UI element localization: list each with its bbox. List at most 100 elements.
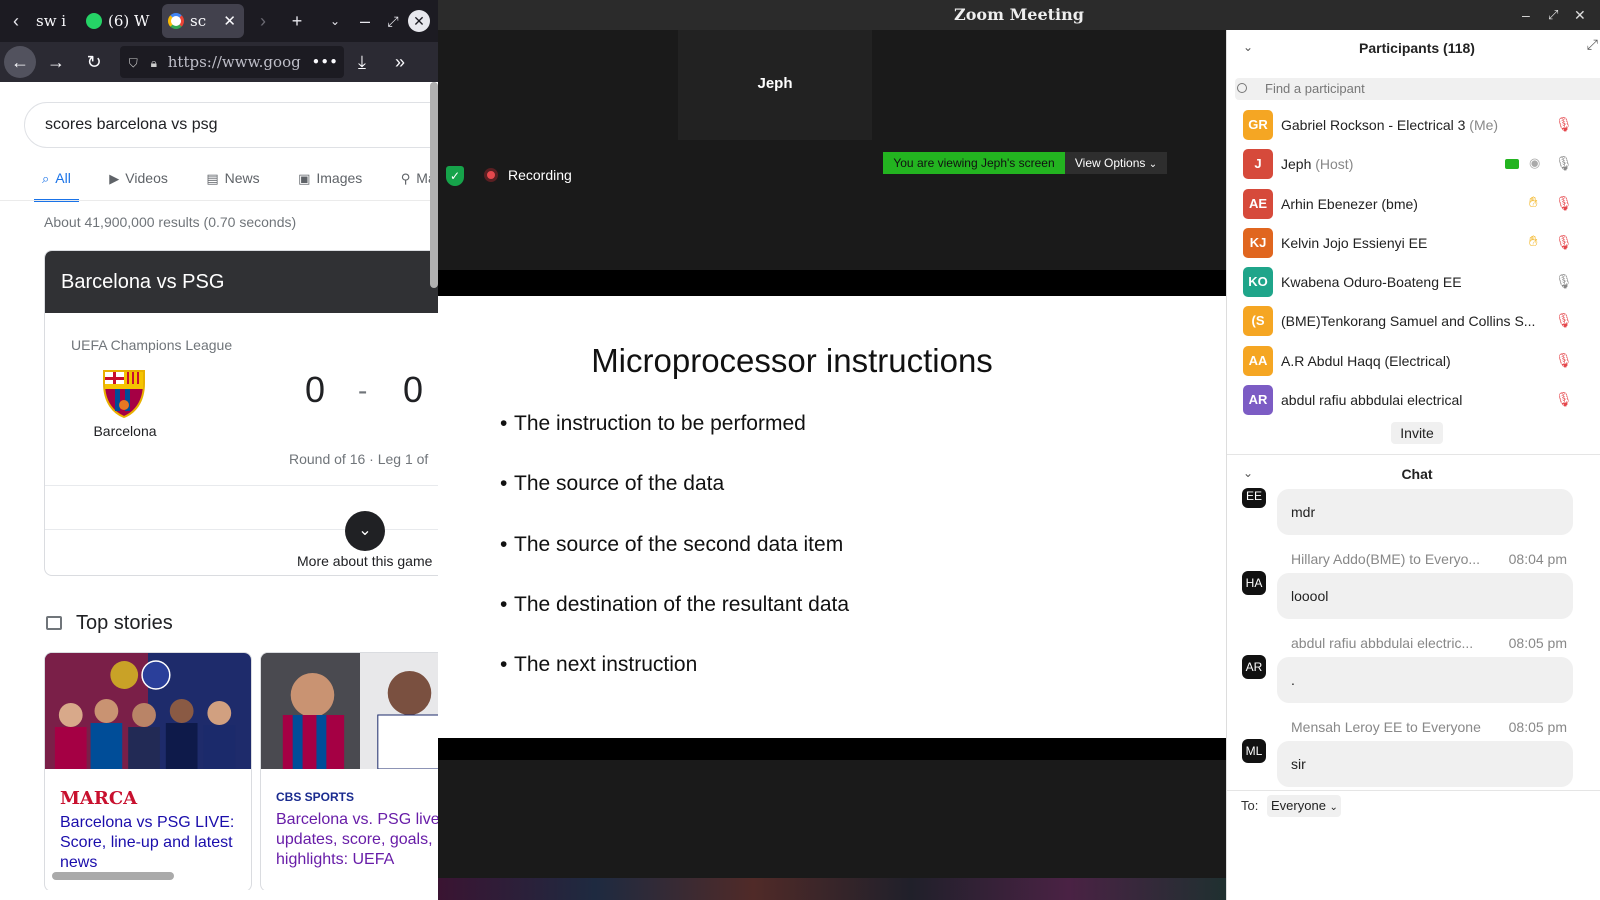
close-tab-icon[interactable]: ✕: [223, 4, 236, 38]
security-shield-icon[interactable]: ✓: [446, 166, 464, 186]
maximize-icon[interactable]: ⤢: [380, 8, 406, 34]
bullet-text: The source of the second data item: [514, 533, 844, 556]
participant-row[interactable]: GR Gabriel Rockson - Electrical 3 (Me) 🎙…: [1227, 106, 1600, 145]
slide-bullet: • The destination of the resultant data: [500, 593, 850, 616]
tab-news[interactable]: ▤ News: [198, 166, 267, 202]
expand-match-button[interactable]: ⌄: [345, 511, 385, 551]
slide-bullet: • The source of the second data item: [500, 533, 844, 556]
slide-bullet: • The source of the data: [500, 472, 725, 495]
news-icon: ▤: [206, 171, 219, 186]
participant-row[interactable]: AA A.R Abdul Haqq (Electrical) 🎙︎: [1227, 342, 1600, 381]
mic-icon[interactable]: 🎙︎: [1555, 273, 1573, 290]
chat-time: 08:05 pm: [1508, 719, 1567, 735]
participant-name: Arhin Ebenezer (bme): [1281, 196, 1543, 212]
background-strip: [438, 878, 1226, 900]
chevrons-right-icon[interactable]: »: [384, 46, 416, 78]
tab-all[interactable]: ⌕ All: [34, 166, 79, 202]
mic-icon[interactable]: 🎙︎: [1555, 155, 1573, 172]
name-text: Kwabena Oduro-Boateng EE: [1281, 274, 1462, 291]
video-tile[interactable]: Jeph: [678, 30, 872, 140]
url-bar[interactable]: ⛉ 🔒︎ https://www.goog •••: [120, 46, 344, 78]
side-panel: ⌄ Participants (118) ⤢ Find a participan…: [1226, 30, 1600, 900]
participant-row[interactable]: AR abdul rafiu abbdulai electrical 🎙︎: [1227, 381, 1600, 420]
story-source: CBS SPORTS: [276, 790, 355, 804]
list-tabs-icon[interactable]: ⌄: [322, 8, 348, 34]
mic-muted-icon[interactable]: 🎙︎: [1555, 234, 1573, 251]
mic-muted-icon[interactable]: 🎙︎: [1555, 312, 1573, 329]
match-card: Barcelona vs PSG UEFA Champions League B…: [44, 250, 438, 576]
arrow-left-icon[interactable]: ←: [4, 46, 36, 78]
story-thumbnail: [45, 653, 251, 769]
horizontal-scrollbar[interactable]: [52, 872, 174, 880]
whatsapp-icon: [86, 13, 102, 29]
tab-label: Videos: [125, 170, 168, 186]
minimize-icon[interactable]: –: [1522, 0, 1530, 30]
recipient-select[interactable]: Everyone ⌄: [1267, 795, 1341, 817]
chat-meta: Hillary Addo(BME) to Everyo... 08:04 pm: [1291, 551, 1567, 567]
bullet-text: The destination of the resultant data: [514, 593, 850, 616]
participant-search-input[interactable]: Find a participant: [1235, 78, 1600, 100]
chat-time: 08:05 pm: [1508, 635, 1567, 651]
competition-label[interactable]: UEFA Champions League: [71, 337, 232, 353]
close-icon[interactable]: ✕: [1574, 0, 1586, 30]
close-window-icon[interactable]: ✕: [408, 10, 430, 32]
match-title[interactable]: Barcelona vs PSG: [45, 251, 438, 313]
participant-name: abdul rafiu abbdulai electrical: [1281, 392, 1543, 408]
slide-bullet: • The next instruction: [500, 653, 698, 676]
tab-sw[interactable]: sw i: [30, 4, 76, 38]
name-text: A.R Abdul Haqq (Electrical): [1281, 352, 1451, 369]
divider: [45, 485, 438, 486]
home-team[interactable]: Barcelona: [75, 423, 175, 439]
minimize-icon[interactable]: –: [352, 8, 378, 34]
more-about-link[interactable]: More about this game: [297, 553, 432, 569]
mic-muted-icon[interactable]: 🎙︎: [1555, 352, 1573, 369]
share-letterbox: [438, 738, 1226, 760]
google-icon: [168, 13, 184, 29]
tracking-shield-icon[interactable]: ⛉: [129, 56, 138, 70]
page-actions-icon[interactable]: •••: [307, 46, 338, 78]
arrow-right-icon[interactable]: →: [40, 46, 72, 78]
popout-icon[interactable]: ⤢: [1587, 36, 1598, 53]
search-input[interactable]: scores barcelona vs psg: [24, 102, 438, 148]
chat-meta: Mensah Leroy EE to Everyone 08:05 pm: [1291, 719, 1567, 735]
story-title[interactable]: Barcelona vs PSG LIVE: Score, line-up an…: [60, 813, 243, 873]
vertical-scrollbar[interactable]: [430, 82, 438, 288]
participant-row[interactable]: J Jeph (Host) ◉ 🎙︎: [1227, 145, 1600, 184]
story-card[interactable]: CBS SPORTS Barcelona vs. PSG live update…: [260, 652, 438, 890]
participant-row[interactable]: KJ Kelvin Jojo Essienyi EE ✋︎ 🎙︎: [1227, 224, 1600, 263]
mic-muted-icon[interactable]: 🎙︎: [1555, 391, 1573, 408]
search-icon: [1237, 83, 1247, 93]
story-card[interactable]: MARCA Barcelona vs PSG LIVE: Score, line…: [44, 652, 252, 890]
participant-row[interactable]: KO Kwabena Oduro-Boateng EE 🎙︎: [1227, 263, 1600, 302]
participant-row[interactable]: (S (BME)Tenkorang Samuel and Collins S..…: [1227, 302, 1600, 341]
divider: [1227, 790, 1600, 791]
participant-row[interactable]: AE Arhin Ebenezer (bme) ✋︎ 🎙︎: [1227, 185, 1600, 224]
reload-icon[interactable]: ↻: [78, 46, 110, 78]
view-options-button[interactable]: View Options ⌄: [1065, 152, 1167, 174]
name-text: Kelvin Jojo Essienyi EE: [1281, 234, 1428, 251]
raised-hand-icon: ✋︎: [1529, 193, 1538, 211]
tab-videos[interactable]: ▶ Videos: [101, 166, 176, 202]
story-title[interactable]: Barcelona vs. PSG live updates, score, g…: [276, 810, 438, 870]
google-results-page: scores barcelona vs psg ⌕ All ▶ Videos ▤ Ne…: [0, 82, 438, 890]
invite-button[interactable]: Invite: [1391, 422, 1443, 444]
slide-title: Microprocessor instructions: [591, 342, 993, 379]
mic-muted-icon[interactable]: 🎙︎: [1555, 116, 1573, 133]
tab-label: All: [55, 170, 71, 186]
new-tab-icon[interactable]: +: [284, 8, 310, 34]
tab-scroll-left-icon[interactable]: ‹: [3, 8, 29, 34]
mic-muted-icon[interactable]: 🎙︎: [1555, 195, 1573, 212]
search-icon: ⌕: [42, 171, 50, 186]
bullet-text: The source of the data: [514, 472, 725, 495]
news-icon: [46, 616, 62, 630]
chat-avatar: ML: [1242, 739, 1266, 763]
tab-images[interactable]: ▣ Images: [290, 166, 370, 202]
tab-scroll-right-icon[interactable]: ›: [250, 8, 276, 34]
tab-whatsapp[interactable]: (6) W: [80, 4, 158, 38]
search-tabs: ⌕All ▶Videos ▤News ▣Images ⚲Maps: [34, 166, 438, 202]
tab-google[interactable]: sc ✕: [162, 4, 244, 38]
lock-icon[interactable]: 🔒︎: [151, 56, 157, 70]
download-icon[interactable]: ⤓: [346, 46, 378, 78]
maximize-icon[interactable]: ⤢: [1548, 0, 1558, 30]
desktop: ‹ sw i (6) W sc ✕ › + ⌄ – ⤢ ✕ ← → ↻ ⛉ 🔒︎…: [0, 0, 1600, 900]
